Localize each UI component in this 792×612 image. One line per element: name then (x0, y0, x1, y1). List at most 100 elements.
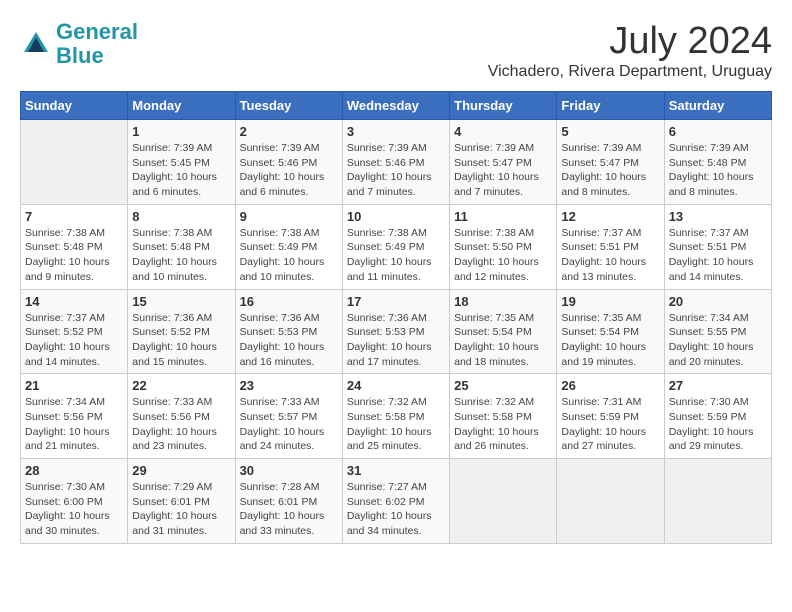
day-number: 27 (669, 378, 767, 393)
calendar-cell: 23 Sunrise: 7:33 AMSunset: 5:57 PMDayligh… (235, 374, 342, 459)
column-header-tuesday: Tuesday (235, 92, 342, 120)
day-info: Sunrise: 7:38 AMSunset: 5:49 PMDaylight:… (347, 226, 445, 285)
calendar-cell: 9 Sunrise: 7:38 AMSunset: 5:49 PMDaylight… (235, 204, 342, 289)
calendar-cell (557, 459, 664, 544)
day-info: Sunrise: 7:33 AMSunset: 5:56 PMDaylight:… (132, 395, 230, 454)
calendar-cell (21, 120, 128, 205)
day-info: Sunrise: 7:39 AMSunset: 5:46 PMDaylight:… (347, 141, 445, 200)
calendar-cell: 16Sunrise: 7:36 AMSunset: 5:53 PMDayligh… (235, 289, 342, 374)
calendar-cell: 5Sunrise: 7:39 AMSunset: 5:47 PMDaylight… (557, 120, 664, 205)
day-info: Sunrise: 7:39 AMSunset: 5:48 PMDaylight:… (669, 141, 767, 200)
month-title: July 2024 (488, 20, 772, 63)
day-info: Sunrise: 7:39 AMSunset: 5:47 PMDaylight:… (561, 141, 659, 200)
day-number: 17 (347, 294, 445, 309)
calendar-cell: 29 Sunrise: 7:29 AMSunset: 6:01 PMDayligh… (128, 459, 235, 544)
calendar-cell: 2 Sunrise: 7:39 AMSunset: 5:46 PMDaylight… (235, 120, 342, 205)
calendar-cell: 14 Sunrise: 7:37 AMSunset: 5:52 PMDayligh… (21, 289, 128, 374)
calendar-cell: 20 Sunrise: 7:34 AMSunset: 5:55 PMDayligh… (664, 289, 771, 374)
calendar-cell: 25 Sunrise: 7:32 AMSunset: 5:58 PMDayligh… (450, 374, 557, 459)
day-number: 8 (132, 209, 230, 224)
day-number: 29 (132, 463, 230, 478)
calendar-cell: 7 Sunrise: 7:38 AMSunset: 5:48 PMDaylight… (21, 204, 128, 289)
day-number: 15 (132, 294, 230, 309)
day-number: 25 (454, 378, 552, 393)
calendar-cell: 21 Sunrise: 7:34 AMSunset: 5:56 PMDayligh… (21, 374, 128, 459)
day-info: Sunrise: 7:30 AMSunset: 6:00 PMDaylight:… (25, 480, 123, 539)
logo-line1: General (56, 19, 138, 44)
calendar-cell (450, 459, 557, 544)
page-header: General Blue July 2024 Vichadero, Rivera… (20, 20, 772, 81)
column-header-thursday: Thursday (450, 92, 557, 120)
column-header-sunday: Sunday (21, 92, 128, 120)
day-number: 22 (132, 378, 230, 393)
day-number: 24 (347, 378, 445, 393)
day-number: 4 (454, 124, 552, 139)
day-info: Sunrise: 7:30 AMSunset: 5:59 PMDaylight:… (669, 395, 767, 454)
calendar-cell (664, 459, 771, 544)
day-number: 19 (561, 294, 659, 309)
day-info: Sunrise: 7:36 AMSunset: 5:53 PMDaylight:… (347, 311, 445, 370)
calendar-header-row: SundayMondayTuesdayWednesdayThursdayFrid… (21, 92, 772, 120)
day-number: 13 (669, 209, 767, 224)
calendar-cell: 6Sunrise: 7:39 AMSunset: 5:48 PMDaylight… (664, 120, 771, 205)
day-info: Sunrise: 7:35 AMSunset: 5:54 PMDaylight:… (561, 311, 659, 370)
day-number: 14 (25, 294, 123, 309)
day-info: Sunrise: 7:37 AMSunset: 5:51 PMDaylight:… (561, 226, 659, 285)
title-area: July 2024 Vichadero, Rivera Department, … (488, 20, 772, 81)
calendar-cell: 17 Sunrise: 7:36 AMSunset: 5:53 PMDayligh… (342, 289, 449, 374)
day-number: 20 (669, 294, 767, 309)
day-info: Sunrise: 7:39 AMSunset: 5:47 PMDaylight:… (454, 141, 552, 200)
calendar-cell: 4 Sunrise: 7:39 AMSunset: 5:47 PMDaylight… (450, 120, 557, 205)
day-number: 21 (25, 378, 123, 393)
calendar-cell: 28Sunrise: 7:30 AMSunset: 6:00 PMDayligh… (21, 459, 128, 544)
calendar-table: SundayMondayTuesdayWednesdayThursdayFrid… (20, 91, 772, 544)
logo-text: General Blue (56, 20, 138, 68)
day-info: Sunrise: 7:37 AMSunset: 5:52 PMDaylight:… (25, 311, 123, 370)
day-info: Sunrise: 7:32 AMSunset: 5:58 PMDaylight:… (454, 395, 552, 454)
day-info: Sunrise: 7:34 AMSunset: 5:55 PMDaylight:… (669, 311, 767, 370)
calendar-cell: 27 Sunrise: 7:30 AMSunset: 5:59 PMDayligh… (664, 374, 771, 459)
calendar-week-row: 1Sunrise: 7:39 AMSunset: 5:45 PMDaylight… (21, 120, 772, 205)
day-info: Sunrise: 7:39 AMSunset: 5:45 PMDaylight:… (132, 141, 230, 200)
calendar-cell: 12Sunrise: 7:37 AMSunset: 5:51 PMDayligh… (557, 204, 664, 289)
day-number: 18 (454, 294, 552, 309)
day-info: Sunrise: 7:27 AMSunset: 6:02 PMDaylight:… (347, 480, 445, 539)
calendar-cell: 19 Sunrise: 7:35 AMSunset: 5:54 PMDayligh… (557, 289, 664, 374)
day-number: 26 (561, 378, 659, 393)
calendar-cell: 18 Sunrise: 7:35 AMSunset: 5:54 PMDayligh… (450, 289, 557, 374)
day-number: 23 (240, 378, 338, 393)
day-info: Sunrise: 7:35 AMSunset: 5:54 PMDaylight:… (454, 311, 552, 370)
day-number: 9 (240, 209, 338, 224)
day-number: 10 (347, 209, 445, 224)
calendar-cell: 8Sunrise: 7:38 AMSunset: 5:48 PMDaylight… (128, 204, 235, 289)
day-number: 30 (240, 463, 338, 478)
calendar-cell: 31 Sunrise: 7:27 AMSunset: 6:02 PMDayligh… (342, 459, 449, 544)
day-info: Sunrise: 7:39 AMSunset: 5:46 PMDaylight:… (240, 141, 338, 200)
calendar-week-row: 28Sunrise: 7:30 AMSunset: 6:00 PMDayligh… (21, 459, 772, 544)
day-info: Sunrise: 7:28 AMSunset: 6:01 PMDaylight:… (240, 480, 338, 539)
calendar-week-row: 14 Sunrise: 7:37 AMSunset: 5:52 PMDayligh… (21, 289, 772, 374)
location-title: Vichadero, Rivera Department, Uruguay (488, 63, 772, 81)
calendar-week-row: 7 Sunrise: 7:38 AMSunset: 5:48 PMDaylight… (21, 204, 772, 289)
calendar-cell: 1Sunrise: 7:39 AMSunset: 5:45 PMDaylight… (128, 120, 235, 205)
day-info: Sunrise: 7:34 AMSunset: 5:56 PMDaylight:… (25, 395, 123, 454)
logo-icon (20, 28, 52, 60)
day-number: 7 (25, 209, 123, 224)
calendar-cell: 13 Sunrise: 7:37 AMSunset: 5:51 PMDayligh… (664, 204, 771, 289)
day-info: Sunrise: 7:37 AMSunset: 5:51 PMDaylight:… (669, 226, 767, 285)
calendar-cell: 30 Sunrise: 7:28 AMSunset: 6:01 PMDayligh… (235, 459, 342, 544)
day-info: Sunrise: 7:38 AMSunset: 5:48 PMDaylight:… (25, 226, 123, 285)
day-info: Sunrise: 7:32 AMSunset: 5:58 PMDaylight:… (347, 395, 445, 454)
calendar-cell: 3Sunrise: 7:39 AMSunset: 5:46 PMDaylight… (342, 120, 449, 205)
day-info: Sunrise: 7:38 AMSunset: 5:49 PMDaylight:… (240, 226, 338, 285)
day-info: Sunrise: 7:36 AMSunset: 5:52 PMDaylight:… (132, 311, 230, 370)
column-header-monday: Monday (128, 92, 235, 120)
column-header-wednesday: Wednesday (342, 92, 449, 120)
day-info: Sunrise: 7:33 AMSunset: 5:57 PMDaylight:… (240, 395, 338, 454)
calendar-cell: 11Sunrise: 7:38 AMSunset: 5:50 PMDayligh… (450, 204, 557, 289)
column-header-friday: Friday (557, 92, 664, 120)
logo: General Blue (20, 20, 138, 68)
day-info: Sunrise: 7:29 AMSunset: 6:01 PMDaylight:… (132, 480, 230, 539)
day-number: 2 (240, 124, 338, 139)
day-number: 31 (347, 463, 445, 478)
